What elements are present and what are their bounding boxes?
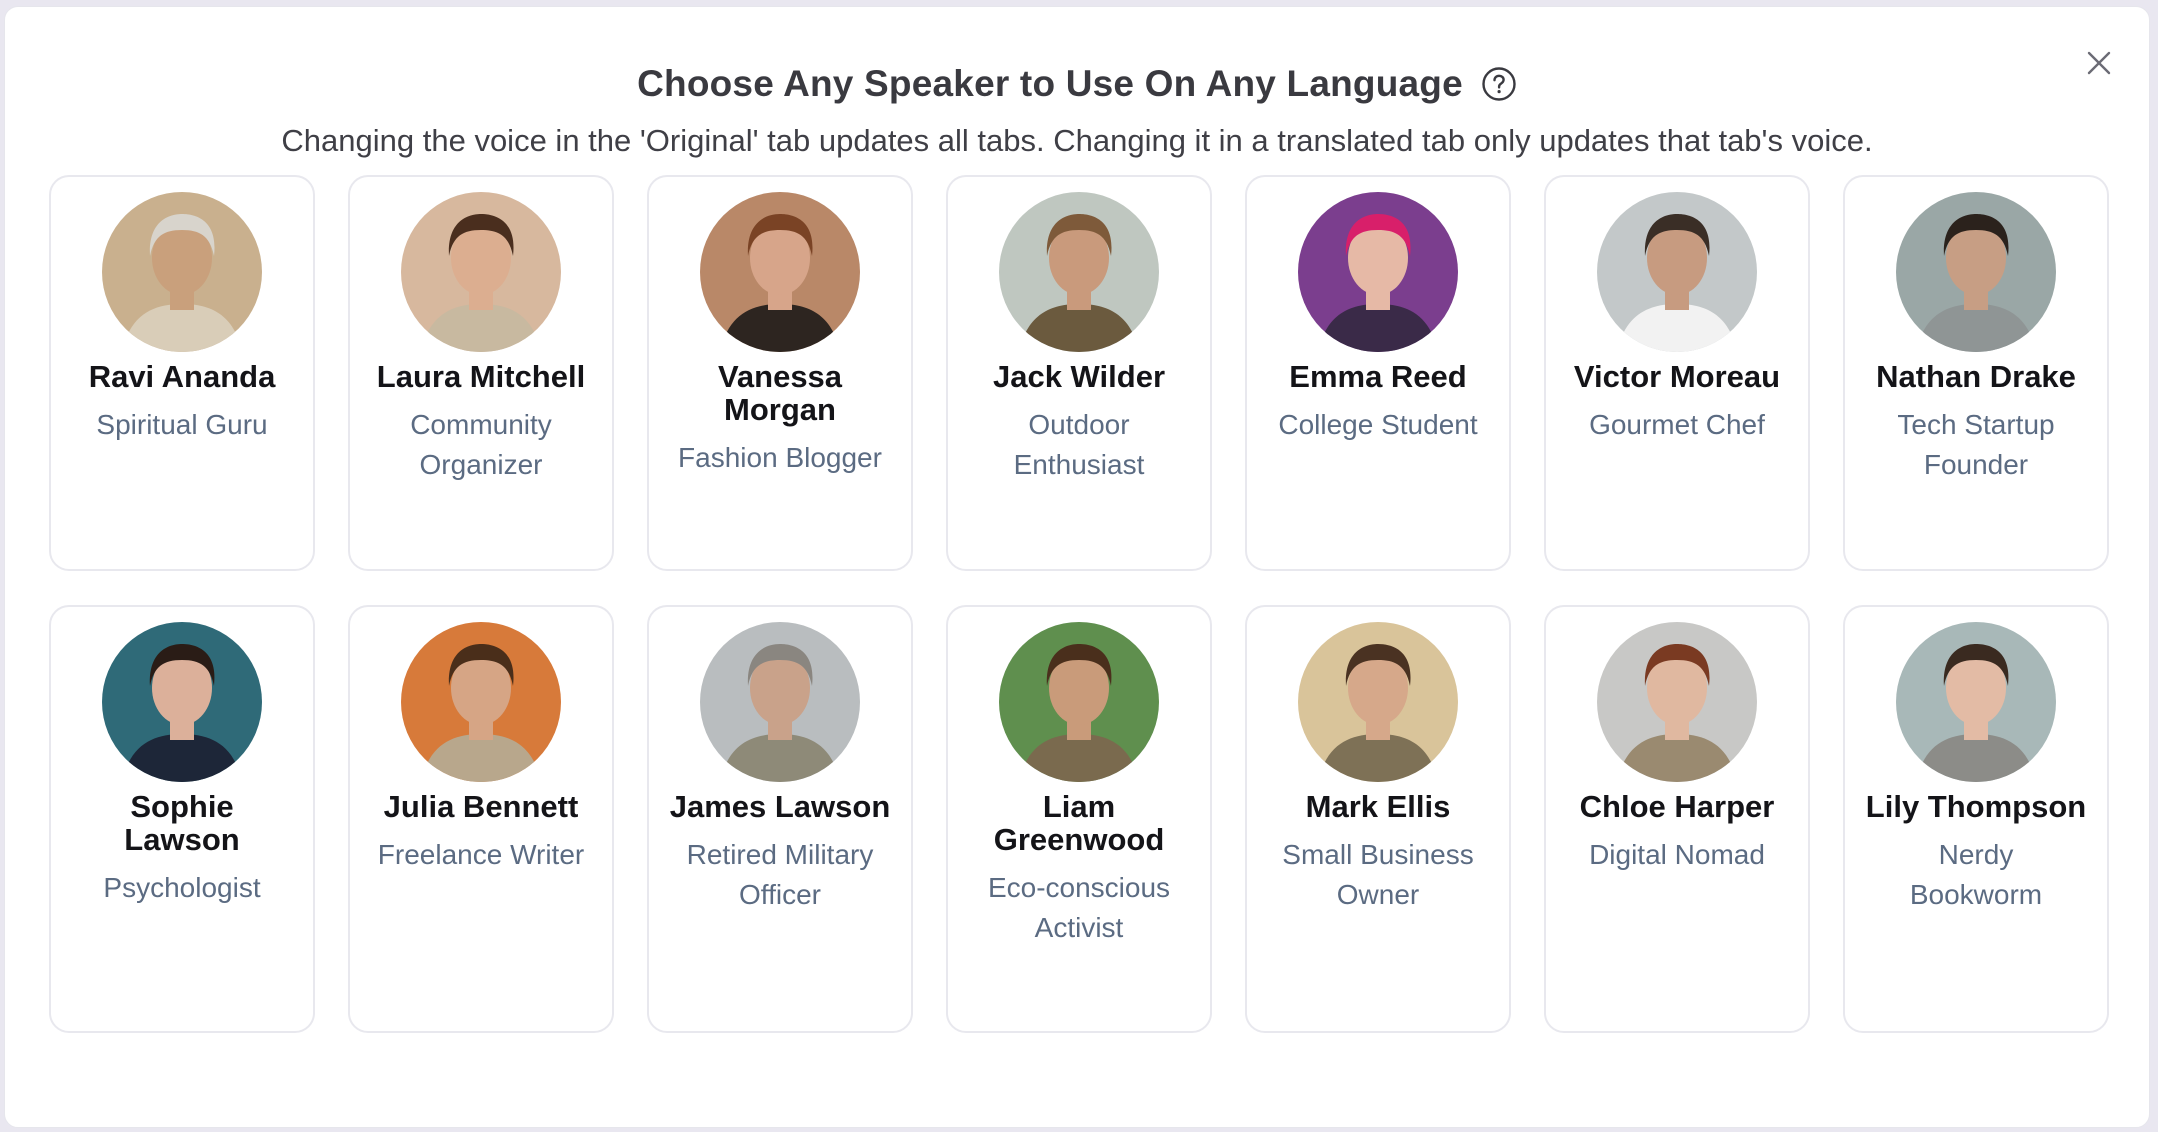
speaker-card[interactable]: Ravi Ananda Spiritual Guru xyxy=(49,175,315,571)
speaker-card[interactable]: Emma Reed College Student xyxy=(1245,175,1511,571)
speaker-name: Liam Greenwood xyxy=(993,789,1165,857)
speaker-role: Eco-conscious Activist xyxy=(987,872,1171,943)
speaker-name: James Lawson xyxy=(669,789,891,824)
speaker-role: Outdoor Enthusiast xyxy=(1013,409,1145,480)
speaker-name: Emma Reed xyxy=(1289,359,1467,394)
speaker-role: Small Business Owner xyxy=(1282,839,1474,910)
dialog-title: Choose Any Speaker to Use On Any Languag… xyxy=(637,63,1463,104)
speaker-avatar xyxy=(1298,192,1458,352)
dialog-header: Choose Any Speaker to Use On Any Languag… xyxy=(5,63,2149,159)
speaker-card[interactable]: Nathan Drake Tech Startup Founder xyxy=(1843,175,2109,571)
speaker-card[interactable]: Laura Mitchell Community Organizer xyxy=(348,175,614,571)
speaker-role: Tech Startup Founder xyxy=(1897,409,2055,480)
dialog-subtitle: Changing the voice in the 'Original' tab… xyxy=(281,123,1873,158)
speaker-name: Jack Wilder xyxy=(992,359,1166,394)
speaker-card[interactable]: Julia Bennett Freelance Writer xyxy=(348,605,614,1033)
speaker-role: Fashion Blogger xyxy=(678,442,882,473)
speaker-avatar xyxy=(401,192,561,352)
speaker-avatar xyxy=(102,622,262,782)
speaker-role: Retired Military Officer xyxy=(686,839,874,910)
speaker-card[interactable]: Sophie Lawson Psychologist xyxy=(49,605,315,1033)
speaker-name: Chloe Harper xyxy=(1579,789,1775,824)
speaker-avatar xyxy=(999,192,1159,352)
speaker-avatar xyxy=(999,622,1159,782)
speaker-name: Lily Thompson xyxy=(1865,789,2087,824)
speaker-avatar xyxy=(401,622,561,782)
speaker-card[interactable]: Chloe Harper Digital Nomad xyxy=(1544,605,1810,1033)
speaker-card[interactable]: Jack Wilder Outdoor Enthusiast xyxy=(946,175,1212,571)
speaker-card[interactable]: Mark Ellis Small Business Owner xyxy=(1245,605,1511,1033)
speaker-card[interactable]: Liam Greenwood Eco-conscious Activist xyxy=(946,605,1212,1033)
speaker-avatar xyxy=(1597,622,1757,782)
speaker-role: Gourmet Chef xyxy=(1589,409,1765,440)
speaker-role: Spiritual Guru xyxy=(96,409,268,440)
speaker-name: Mark Ellis xyxy=(1305,789,1451,824)
speaker-avatar xyxy=(700,622,860,782)
speaker-name: Vanessa Morgan xyxy=(717,359,843,427)
speaker-name: Laura Mitchell xyxy=(376,359,586,394)
speaker-dialog: Choose Any Speaker to Use On Any Languag… xyxy=(4,6,2150,1128)
speaker-role: Digital Nomad xyxy=(1589,839,1765,870)
question-circle-icon xyxy=(1482,67,1516,101)
speaker-role: Community Organizer xyxy=(410,409,552,480)
speaker-role: College Student xyxy=(1278,409,1478,440)
speaker-name: Ravi Ananda xyxy=(88,359,276,394)
speaker-role: Psychologist xyxy=(103,872,261,903)
speaker-card[interactable]: Vanessa Morgan Fashion Blogger xyxy=(647,175,913,571)
speaker-avatar xyxy=(700,192,860,352)
speaker-card[interactable]: James Lawson Retired Military Officer xyxy=(647,605,913,1033)
speaker-name: Julia Bennett xyxy=(383,789,579,824)
speaker-avatar xyxy=(1298,622,1458,782)
help-button[interactable] xyxy=(1481,66,1517,102)
speaker-card[interactable]: Victor Moreau Gourmet Chef xyxy=(1544,175,1810,571)
speaker-card[interactable]: Lily Thompson Nerdy Bookworm xyxy=(1843,605,2109,1033)
speaker-avatar xyxy=(1597,192,1757,352)
speaker-avatar xyxy=(1896,192,2056,352)
speaker-role: Nerdy Bookworm xyxy=(1909,839,2043,910)
speaker-name: Nathan Drake xyxy=(1876,359,2076,394)
speaker-grid: Ravi Ananda Spiritual Guru Laura Mitchell C… xyxy=(49,175,2115,1033)
speaker-name: Sophie Lawson xyxy=(124,789,240,857)
speaker-avatar xyxy=(1896,622,2056,782)
speaker-role: Freelance Writer xyxy=(377,839,585,870)
speaker-name: Victor Moreau xyxy=(1573,359,1781,394)
speaker-avatar xyxy=(102,192,262,352)
